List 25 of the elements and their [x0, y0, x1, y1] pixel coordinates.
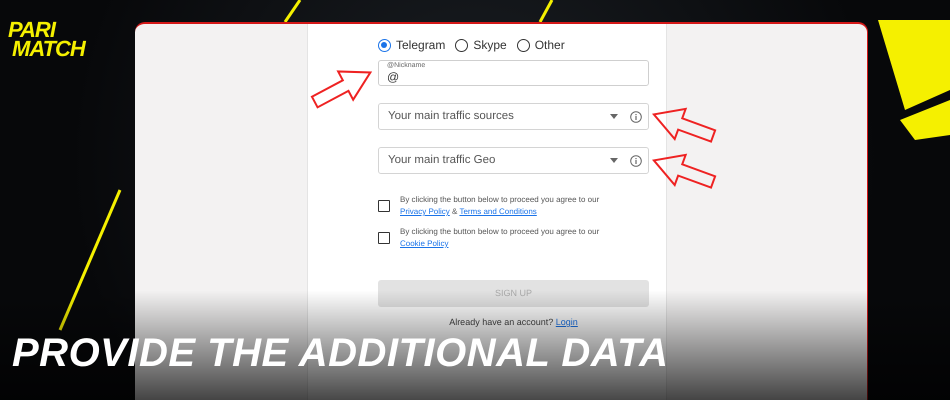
policy-link[interactable]: Privacy Policy	[400, 207, 450, 216]
policy-link[interactable]: Terms and Conditions	[459, 207, 537, 216]
dropdown-caret-icon	[610, 158, 618, 163]
checkbox[interactable]	[378, 200, 390, 212]
radio-button[interactable]	[378, 38, 391, 52]
checkbox[interactable]	[378, 232, 390, 244]
logo: PARI MATCH	[8, 20, 85, 58]
caption-text: PROVIDE THE ADDITIONAL DATA	[12, 330, 668, 376]
agreement-text: By clicking the button below to proceed you agree to our Cookie Policy	[400, 226, 600, 250]
neon-line	[284, 0, 302, 23]
radio-option[interactable]: Telegram	[378, 36, 446, 54]
agreement-text: By clicking the button below to proceed you agree to our Privacy Policy & Terms and Conditions	[400, 194, 600, 218]
radio-option[interactable]: Skype	[455, 36, 507, 54]
radio-button[interactable]	[516, 38, 530, 52]
radio-option[interactable]: Other	[516, 36, 565, 54]
login-link[interactable]: Login	[556, 317, 578, 327]
dropdown-field[interactable]: Your main traffic Geo	[378, 147, 649, 174]
dropdown-field[interactable]: Your main traffic sources	[378, 103, 649, 130]
dropdown-caret-icon	[610, 114, 618, 119]
radio-button[interactable]	[455, 38, 468, 52]
login-prompt-text: Already have an account?	[449, 317, 554, 327]
policy-link[interactable]: Cookie Policy	[400, 239, 448, 248]
info-icon[interactable]	[630, 154, 642, 166]
neon-line	[538, 0, 554, 23]
info-icon[interactable]	[630, 110, 642, 122]
